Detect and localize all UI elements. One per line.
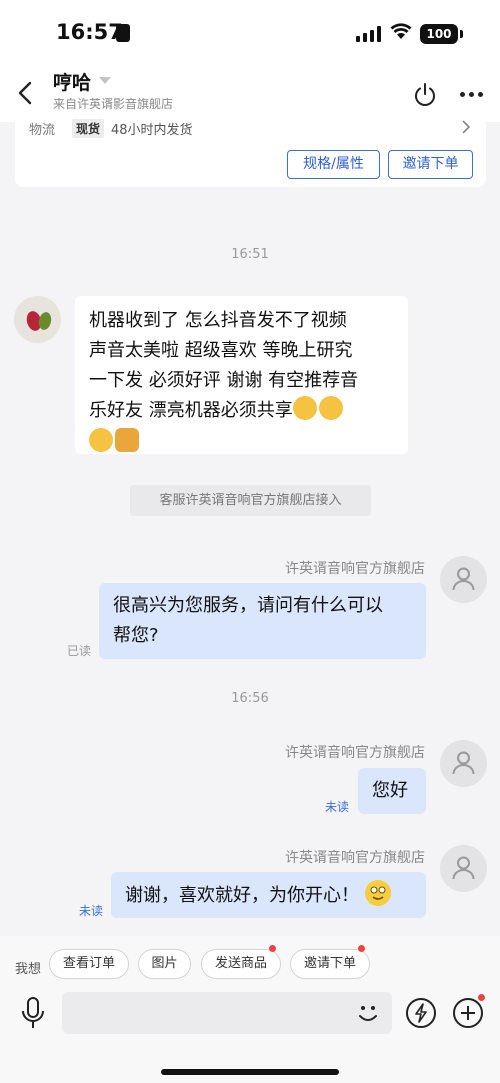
chip-image[interactable]: 图片 (138, 949, 191, 979)
message-line-with-emoji: 乐好友 漂亮机器必须共享 (89, 396, 394, 426)
unread-status: 未读 (79, 904, 104, 918)
power-icon[interactable] (412, 82, 438, 108)
input-bar: 我想 查看订单 图片 发送商品 邀请下单 (0, 936, 500, 1083)
logistics-label: 物流 (29, 123, 56, 138)
plus-icon[interactable] (452, 997, 484, 1029)
invite-order-button[interactable]: 邀请下单 (388, 150, 473, 179)
avatar[interactable] (440, 740, 487, 787)
avatar[interactable] (14, 296, 61, 343)
message-text: 您好 (372, 780, 408, 801)
sender-name: 许英谞音响官方旗舰店 (285, 850, 425, 866)
chip-invite-order[interactable]: 邀请下单 (290, 945, 370, 979)
ship-time-text: 48小时内发货 (111, 123, 193, 138)
emoji-line (89, 428, 394, 458)
more-icon[interactable] (460, 92, 484, 98)
timestamp: 16:51 (231, 247, 269, 262)
message-line: 乐好友 漂亮机器必须共享 (89, 400, 293, 421)
chip-send-product[interactable]: 发送商品 (201, 945, 281, 979)
smile-emoji-icon (364, 880, 391, 906)
contact-source: 来自许英谞影音旗舰店 (53, 97, 174, 111)
product-card: 物流 现货 48小时内发货 规格/属性 邀请下单 (15, 118, 486, 187)
chip-view-order[interactable]: 查看订单 (49, 949, 129, 979)
clap-emoji-icon (292, 396, 317, 420)
avatar[interactable] (440, 556, 487, 603)
wifi-icon (390, 23, 412, 39)
message-line: 一下发 必须好评 谢谢 有空推荐音 (89, 370, 359, 391)
message-input[interactable] (62, 992, 392, 1034)
user-message-bubble[interactable]: 机器收到了 怎么抖音发不了视频 声音太美啦 超级喜欢 等晚上研究 一下发 必须好… (75, 296, 408, 454)
chevron-down-icon[interactable] (99, 77, 111, 84)
message-line: 声音太美啦 超级喜欢 等晚上研究 (89, 340, 353, 361)
status-time: 16:57 (56, 20, 123, 44)
id-card-icon (116, 24, 130, 42)
contact-name[interactable]: 哼哈 (53, 68, 91, 95)
sender-name: 许英谞音响官方旗舰店 (285, 745, 425, 761)
unread-status: 未读 (325, 800, 350, 814)
home-indicator (161, 1069, 339, 1075)
timestamp: 16:56 (231, 691, 269, 706)
quick-reply-label: 我想 (15, 962, 42, 977)
back-arrow-icon[interactable] (14, 80, 38, 106)
chevron-right-icon[interactable] (461, 120, 471, 134)
notification-dot (269, 945, 276, 952)
battery-tip (460, 30, 463, 38)
clap-emoji-icon (318, 396, 343, 420)
stock-badge: 现货 (72, 119, 105, 138)
sender-name: 许英谞音响官方旗舰店 (285, 561, 425, 577)
signal-icon (356, 26, 382, 42)
notification-dot (358, 945, 365, 952)
service-message-bubble[interactable]: 很高兴为您服务，请问有什么可以 帮您? (99, 583, 426, 659)
chat-header: 哼哈 来自许英谞影音旗舰店 (0, 60, 500, 122)
notification-dot (478, 994, 485, 1001)
emoji-icon[interactable] (356, 1003, 380, 1025)
clap-emoji-icon (89, 428, 113, 452)
chip-label: 邀请下单 (303, 956, 356, 971)
service-message-bubble[interactable]: 您好 (358, 768, 426, 814)
message-text: 谢谢，喜欢就好，为你开心！ (125, 885, 359, 906)
read-status: 已读 (67, 644, 92, 658)
avatar[interactable] (440, 845, 487, 892)
spec-button[interactable]: 规格/属性 (287, 150, 380, 179)
message-line: 帮您? (113, 625, 159, 646)
status-bar: 16:57 100 (0, 0, 500, 60)
service-message-bubble[interactable]: 谢谢，喜欢就好，为你开心！ (111, 872, 426, 918)
chip-label: 发送商品 (214, 956, 267, 971)
microphone-icon[interactable] (20, 996, 46, 1030)
system-notice: 客服许英谞音响官方旗舰店接入 (130, 485, 371, 516)
message-line: 机器收到了 怎么抖音发不了视频 (89, 310, 347, 331)
quick-action-icon[interactable] (405, 997, 437, 1029)
message-line: 很高兴为您服务，请问有什么可以 (113, 595, 383, 616)
thumbs-up-emoji-icon (115, 428, 139, 452)
battery-icon: 100 (420, 24, 458, 44)
